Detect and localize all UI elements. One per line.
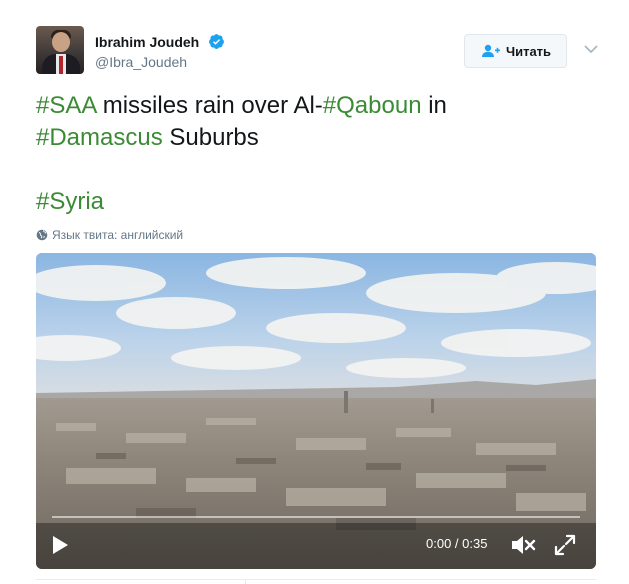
- hashtag-link[interactable]: #Damascus: [36, 124, 163, 151]
- divider: [245, 579, 246, 584]
- author-handle[interactable]: @Ibra_Joudeh: [95, 54, 225, 70]
- tweet-text-line: #Syria: [36, 186, 596, 218]
- mute-icon[interactable]: [510, 532, 536, 558]
- hashtag-link[interactable]: #Syria: [36, 188, 104, 215]
- video-time: 0:00 / 0:35: [426, 536, 488, 551]
- fullscreen-icon[interactable]: [554, 534, 576, 556]
- tweet-text: #SAA missiles rain over Al-#Qaboun in #D…: [36, 90, 596, 218]
- author-block[interactable]: Ibrahim Joudeh @Ibra_Joudeh: [95, 33, 225, 70]
- follow-button[interactable]: Читать: [464, 34, 567, 68]
- video-frame: [36, 253, 596, 569]
- tweet-language-note: Язык твита: английский: [36, 228, 183, 242]
- tweet-text-segment: in: [421, 92, 447, 119]
- play-icon[interactable]: [50, 534, 70, 556]
- verified-badge-icon: [208, 34, 224, 50]
- tweet: Ibrahim Joudeh @Ibra_Joudeh Читать #SAA …: [0, 0, 629, 584]
- tweet-text-segment: missiles rain over Al-: [96, 92, 323, 119]
- follow-label: Читать: [505, 43, 552, 59]
- globe-icon: [36, 229, 48, 241]
- tweet-text-line: #SAA missiles rain over Al-#Qaboun in: [36, 90, 596, 122]
- tweet-language-label: Язык твита: английский: [52, 228, 184, 242]
- divider: [36, 579, 596, 580]
- tweet-text-segment: Suburbs: [162, 124, 259, 151]
- hashtag-link[interactable]: #Qaboun: [323, 92, 422, 119]
- author-name[interactable]: Ibrahim Joudeh: [95, 34, 199, 50]
- chevron-down-icon[interactable]: [583, 43, 599, 55]
- hashtag-link[interactable]: #SAA: [36, 92, 96, 119]
- video-progress-bar[interactable]: [52, 516, 580, 518]
- video-player[interactable]: 0:00 / 0:35: [36, 253, 596, 569]
- add-user-icon: [481, 44, 500, 57]
- tweet-text-line: #Damascus Suburbs: [36, 122, 596, 154]
- avatar[interactable]: [36, 26, 84, 74]
